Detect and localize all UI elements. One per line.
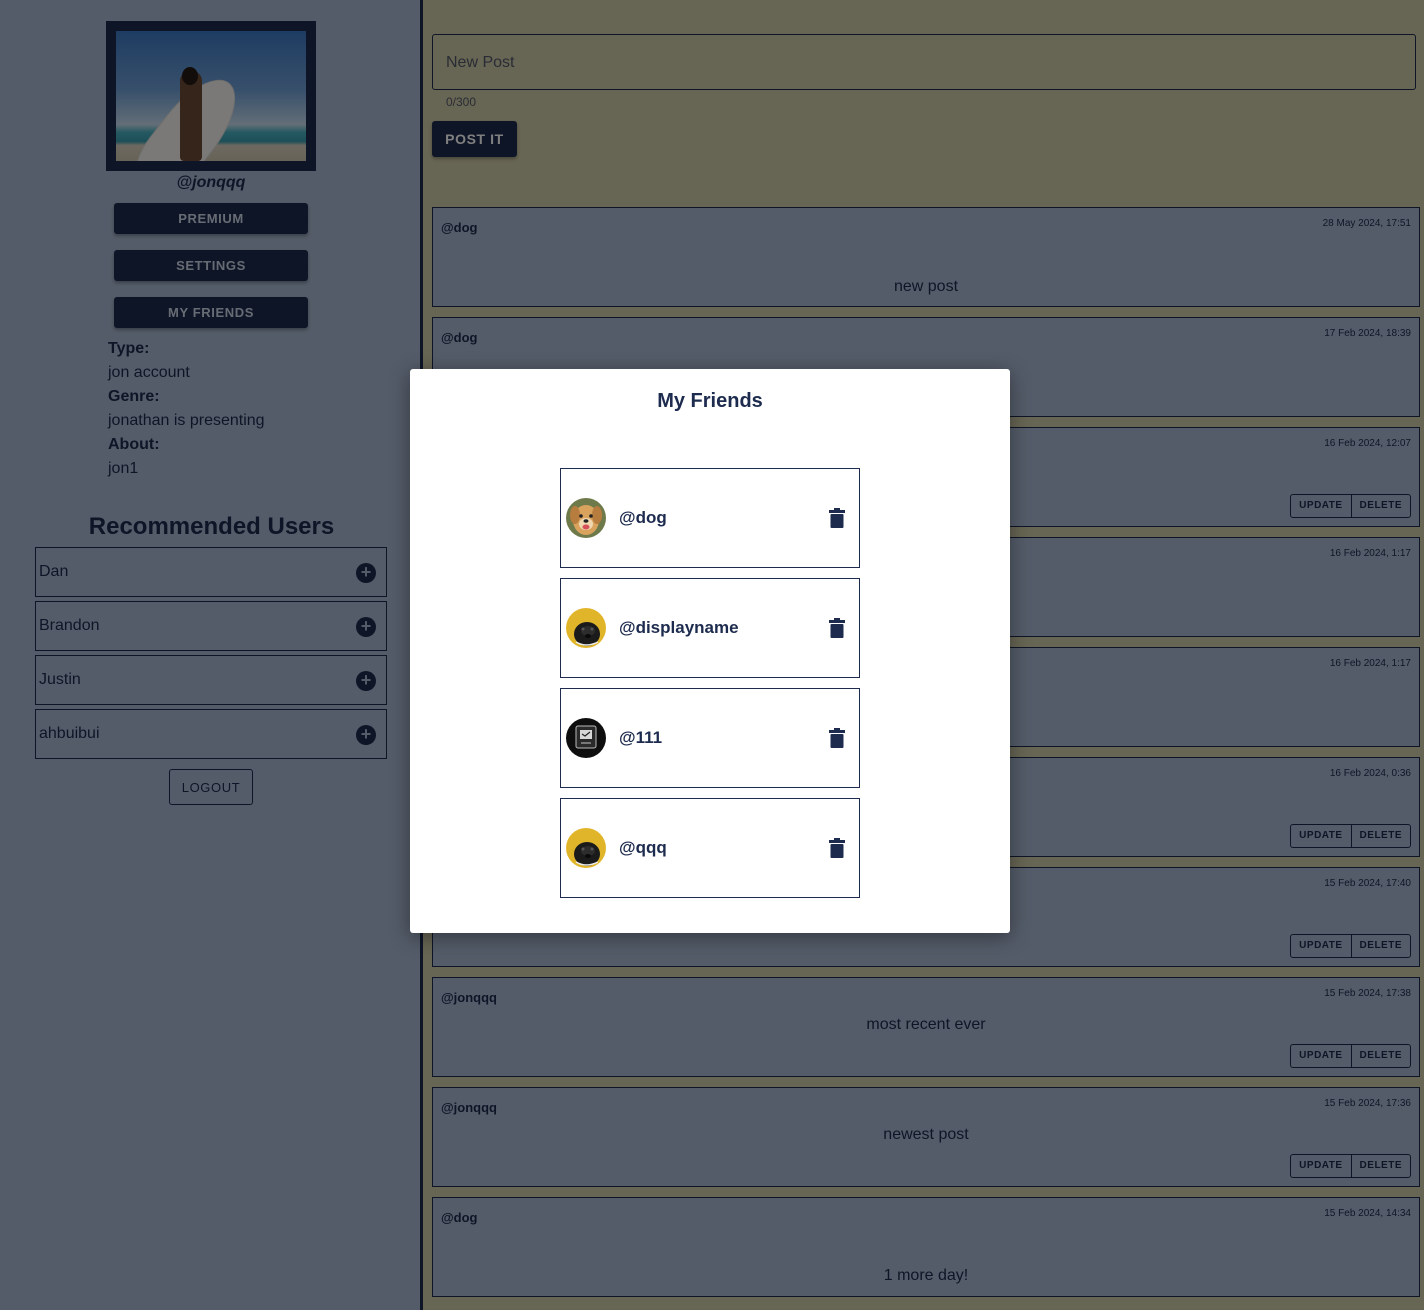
friend-item: @111	[560, 688, 860, 788]
my-friends-modal: My Friends @dog @displayname @111 @qqq	[410, 369, 1010, 933]
modal-title: My Friends	[657, 390, 763, 412]
trash-icon[interactable]	[829, 508, 845, 528]
friend-item: @qqq	[560, 798, 860, 898]
friend-name[interactable]: @111	[619, 728, 662, 748]
dark-avatar[interactable]	[566, 718, 606, 758]
dog-avatar[interactable]	[566, 498, 606, 538]
black-dog-avatar[interactable]	[566, 608, 606, 648]
friend-name[interactable]: @displayname	[619, 618, 739, 638]
trash-icon[interactable]	[829, 838, 845, 858]
trash-icon[interactable]	[829, 728, 845, 748]
trash-icon[interactable]	[829, 618, 845, 638]
friend-name[interactable]: @dog	[619, 508, 667, 528]
friend-item: @dog	[560, 468, 860, 568]
friend-item: @displayname	[560, 578, 860, 678]
friend-name[interactable]: @qqq	[619, 838, 667, 858]
black-dog-avatar[interactable]	[566, 828, 606, 868]
